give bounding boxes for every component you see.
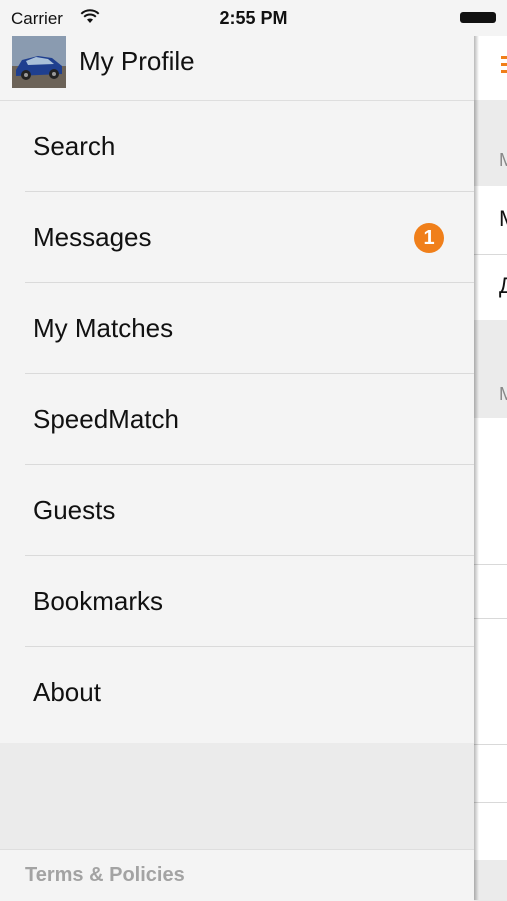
menu-item-guests[interactable]: Guests (0, 465, 474, 556)
terms-policies-link[interactable]: Terms & Policies (25, 864, 185, 887)
menu-item-label: Guests (33, 495, 116, 525)
list-item-label: М (499, 206, 507, 232)
menu-item-label: Search (33, 131, 116, 161)
profile-header[interactable]: My Profile (0, 36, 474, 101)
profile-title[interactable]: My Profile (79, 46, 195, 77)
section-header-label: М (499, 150, 507, 170)
side-drawer: My Profile Search Messages 1 My Matches … (0, 0, 474, 901)
drawer-footer: Terms & Policies (0, 849, 474, 901)
menu-item-speedmatch[interactable]: SpeedMatch (0, 374, 474, 465)
drawer-empty-area (0, 743, 474, 849)
status-time: 2:55 PM (219, 8, 288, 28)
battery-icon (460, 12, 496, 23)
menu-item-label: Bookmarks (33, 586, 164, 616)
menu-item-my-matches[interactable]: My Matches (0, 283, 474, 374)
drawer-menu: Search Messages 1 My Matches SpeedMatch … (0, 101, 474, 738)
menu-item-bookmarks[interactable]: Bookmarks (0, 556, 474, 647)
menu-item-about[interactable]: About (0, 647, 474, 738)
section-header-label: М (499, 384, 507, 404)
drawer-shadow (474, 0, 479, 900)
menu-item-label: My Matches (33, 313, 174, 343)
status-bar: Carrier 2:55 PM (0, 0, 507, 36)
menu-item-search[interactable]: Search (0, 101, 474, 192)
car-photo-avatar[interactable] (12, 36, 66, 88)
menu-item-label: SpeedMatch (33, 404, 179, 434)
menu-item-label: Messages (33, 222, 152, 252)
menu-item-messages[interactable]: Messages 1 (0, 192, 474, 283)
menu-item-label: About (33, 677, 101, 707)
list-item-label: Д (499, 273, 507, 298)
hamburger-icon[interactable] (501, 56, 507, 77)
unread-count-badge: 1 (414, 223, 444, 253)
